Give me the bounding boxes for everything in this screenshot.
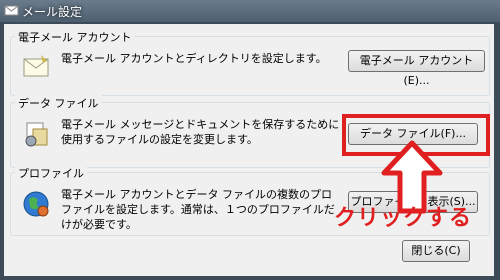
profile-globe-icon bbox=[23, 191, 49, 217]
mail-icon bbox=[4, 5, 19, 16]
data-file-icon bbox=[25, 122, 48, 147]
email-account-icon bbox=[23, 55, 49, 77]
mail-settings-window: メール設定 電子メール アカウント 電子メール アカウントとディレクトリを設定し… bbox=[0, 0, 500, 280]
profile-group-label: プロファイル bbox=[15, 165, 87, 181]
datafile-group-label: データ ファイル bbox=[15, 95, 102, 111]
email-account-button[interactable]: 電子メール アカウント(E)... bbox=[348, 50, 485, 87]
datafile-description: 電子メール メッセージとドキュメントを保存するために使用するファイルの設定を変更… bbox=[61, 118, 340, 146]
close-button[interactable]: 閉じる(C) bbox=[402, 240, 470, 262]
click-annotation: クリックする bbox=[334, 206, 473, 231]
account-group-label: 電子メール アカウント bbox=[15, 29, 135, 45]
title-bar[interactable]: メール設定 bbox=[0, 0, 500, 22]
profile-description: 電子メール アカウントとデータ ファイルの複数のプロファイルを設定します。通常は… bbox=[61, 188, 335, 231]
window-title: メール設定 bbox=[22, 5, 83, 19]
dialog-body: 電子メール アカウント 電子メール アカウントとディレクトリを設定します。 電子… bbox=[4, 24, 494, 276]
account-description: 電子メール アカウントとディレクトリを設定します。 bbox=[61, 52, 327, 65]
account-group: 電子メール アカウント 電子メール アカウントとディレクトリを設定します。 電子… bbox=[10, 29, 490, 96]
